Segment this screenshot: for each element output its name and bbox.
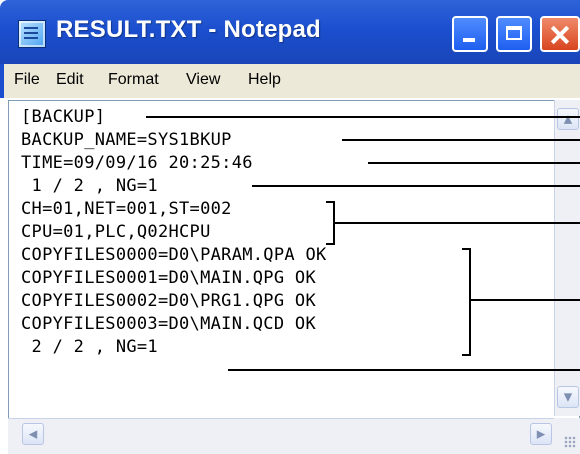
text-line: COPYFILES0003=D0\MAIN.QCD OK <box>21 314 316 334</box>
text-line: 1 / 2 , NG=1 <box>21 176 158 196</box>
menu-format[interactable]: Format <box>108 71 159 89</box>
title-bar[interactable]: RESULT.TXT - Notepad <box>0 0 580 64</box>
arrow-down-icon[interactable]: ▼ <box>557 386 579 408</box>
arrow-up-icon[interactable]: ▲ <box>557 108 579 130</box>
text-line: COPYFILES0000=D0\PARAM.QPA OK <box>21 245 327 265</box>
text-line: 2 / 2 , NG=1 <box>21 337 158 357</box>
arrow-left-icon[interactable]: ◀ <box>22 423 44 445</box>
menu-file[interactable]: File <box>14 71 40 89</box>
notepad-icon[interactable] <box>18 20 46 48</box>
text-line: CH=01,NET=001,ST=002 <box>21 199 232 219</box>
text-line: BACKUP_NAME=SYS1BKUP <box>21 130 232 150</box>
menu-edit[interactable]: Edit <box>56 71 84 89</box>
menu-view[interactable]: View <box>186 71 220 89</box>
arrow-right-icon[interactable]: ▶ <box>530 423 552 445</box>
text-line: COPYFILES0002=D0\PRG1.QPG OK <box>21 291 316 311</box>
text-line: TIME=09/09/16 20:25:46 <box>21 153 253 173</box>
maximize-button[interactable] <box>496 16 532 52</box>
window-title: RESULT.TXT - Notepad <box>56 16 321 43</box>
text-editor-area[interactable]: [BACKUP] BACKUP_NAME=SYS1BKUP TIME=09/09… <box>8 100 580 454</box>
text-line: COPYFILES0001=D0\MAIN.QPG OK <box>21 268 316 288</box>
text-line: CPU=01,PLC,Q02HCPU <box>21 222 211 242</box>
text-line: [BACKUP] <box>21 107 106 127</box>
horizontal-scrollbar[interactable]: ◀ ▶ <box>8 418 554 454</box>
menu-bar: File Edit Format View Help <box>0 64 580 98</box>
notepad-window: RESULT.TXT - Notepad File Edit Format Vi… <box>0 0 580 454</box>
minimize-button[interactable] <box>452 16 488 52</box>
close-button[interactable] <box>540 16 580 52</box>
resize-grip-icon[interactable] <box>554 418 580 454</box>
vertical-scrollbar[interactable]: ▲ ▼ <box>554 100 580 416</box>
menu-help[interactable]: Help <box>248 71 281 89</box>
